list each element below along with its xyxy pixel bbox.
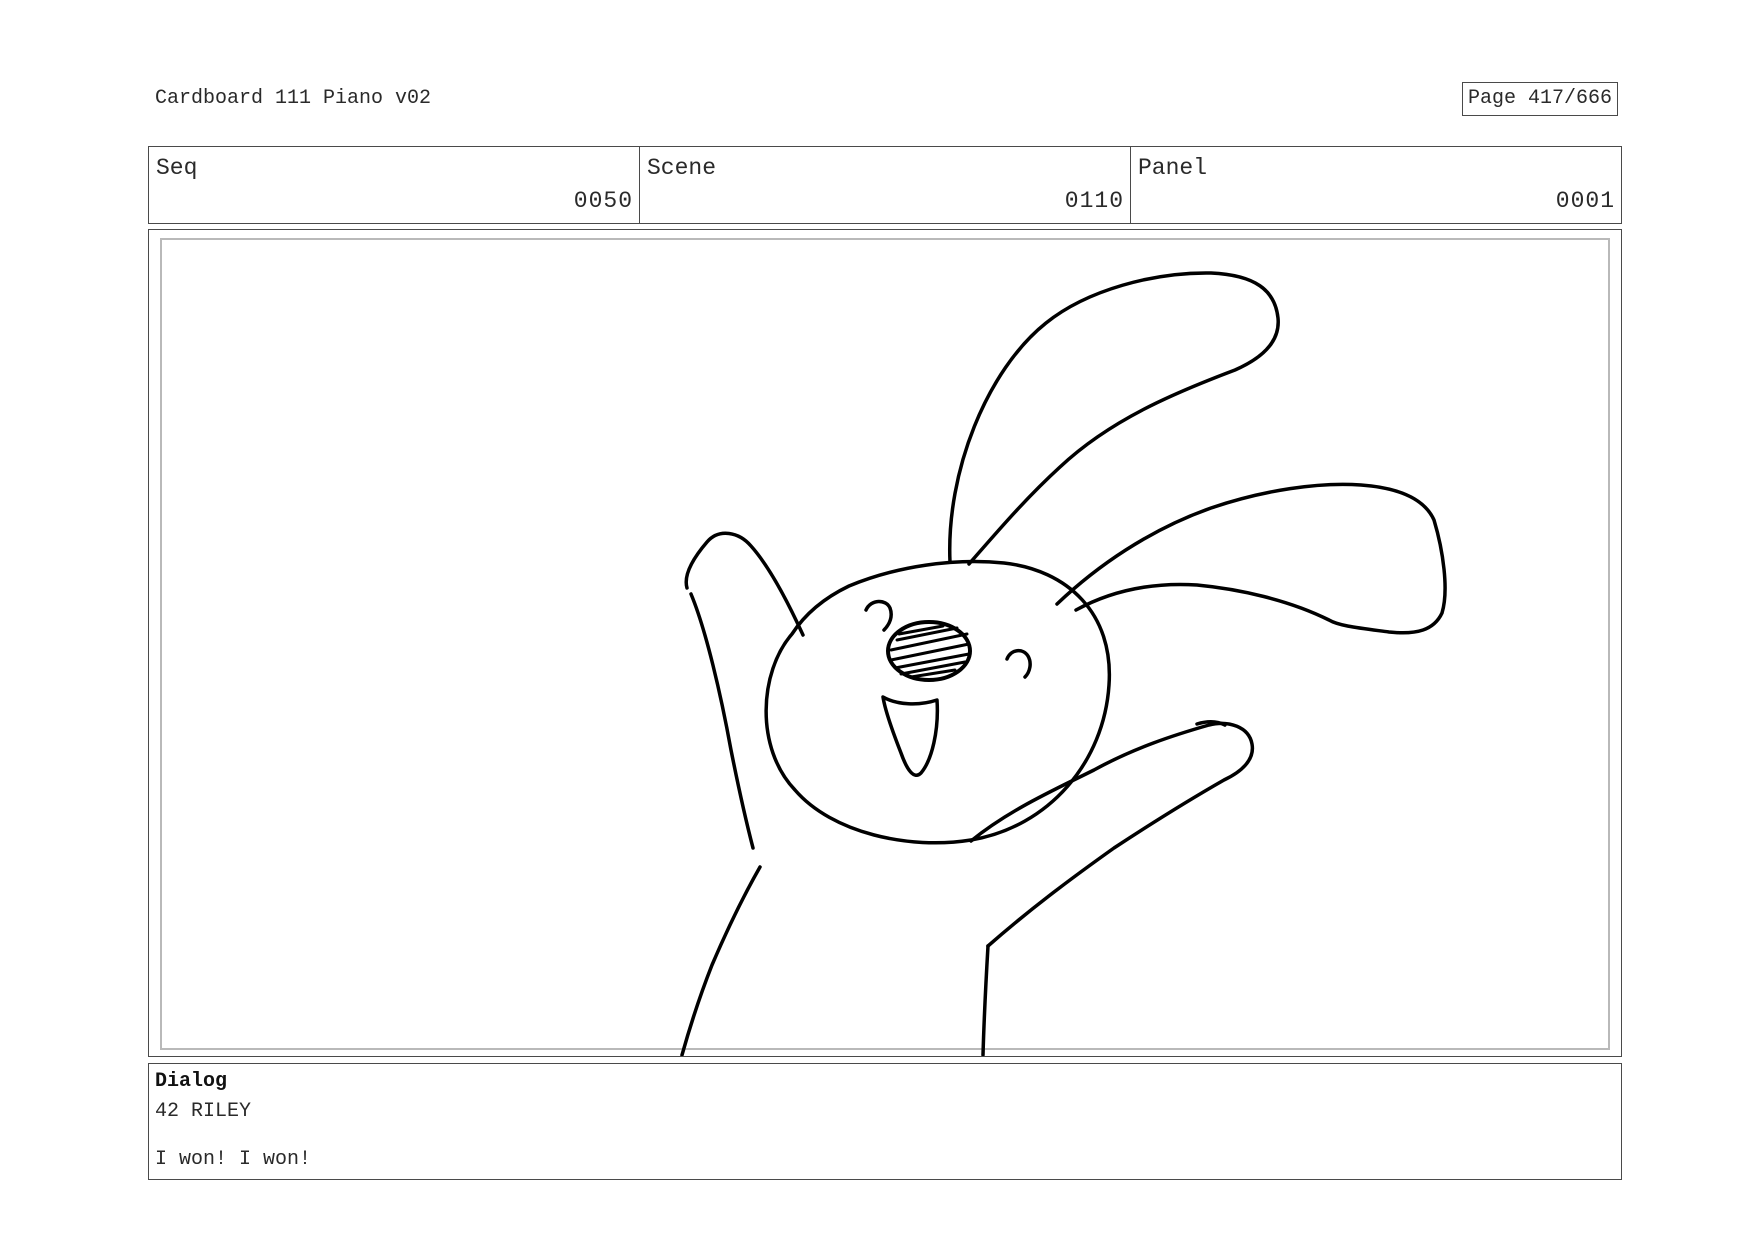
rabbit-ear-right <box>1055 482 1447 635</box>
document-title: Cardboard 111 Piano v02 <box>155 87 432 110</box>
rabbit-body-right <box>981 944 990 1056</box>
panel-value: 0001 <box>1555 188 1615 214</box>
dialog-box: Dialog 42 RILEY I won! I won! <box>148 1063 1622 1180</box>
rabbit-arm-left <box>684 531 805 637</box>
scene-label: Scene <box>647 155 717 181</box>
dialog-speaker: 42 RILEY <box>155 1100 252 1123</box>
panel-cell: Panel 0001 <box>1131 147 1621 223</box>
dialog-line: I won! I won! <box>155 1148 312 1171</box>
rabbit-mouth <box>881 695 940 777</box>
shot-info-row: Seq 0050 Scene 0110 Panel 0001 <box>148 146 1622 224</box>
panel-label: Panel <box>1138 155 1208 181</box>
rabbit-arm-right <box>969 721 1255 948</box>
page-number: Page 417/666 <box>1462 82 1618 116</box>
scene-value: 0110 <box>1064 188 1124 214</box>
rabbit-ear-left <box>948 271 1280 566</box>
rabbit-eye-left <box>864 599 893 632</box>
scene-cell: Scene 0110 <box>640 147 1131 223</box>
rabbit-eye-right <box>1005 649 1032 679</box>
seq-cell: Seq 0050 <box>149 147 640 223</box>
rabbit-arm-left-lower <box>689 592 755 850</box>
rabbit-body-left <box>680 865 762 1056</box>
rabbit-cheering-sketch <box>680 271 1447 1056</box>
storyboard-panel <box>148 229 1622 1057</box>
seq-label: Seq <box>156 155 198 181</box>
dialog-heading: Dialog <box>155 1070 228 1093</box>
rabbit-nose-scribble <box>889 624 971 679</box>
seq-value: 0050 <box>573 188 633 214</box>
